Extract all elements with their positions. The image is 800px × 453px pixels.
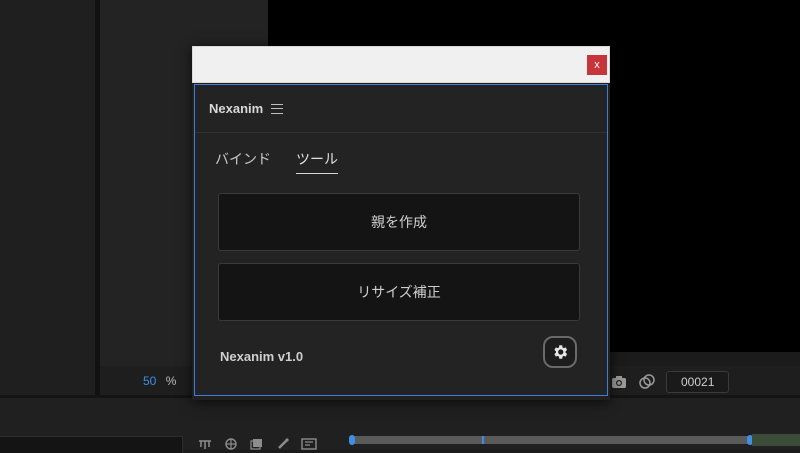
hamburger-menu-icon[interactable] bbox=[271, 103, 284, 114]
version-label: Nexanim v1.0 bbox=[220, 349, 304, 364]
tab-tools[interactable]: ツール bbox=[296, 149, 338, 174]
zoom-value[interactable]: 50 bbox=[143, 374, 156, 388]
timecode-display[interactable]: 00021 bbox=[666, 371, 730, 393]
work-area-start-handle[interactable] bbox=[349, 435, 355, 445]
layer-bar[interactable] bbox=[752, 434, 800, 446]
panel-tabs: バインド ツール bbox=[215, 149, 338, 174]
network-icon[interactable] bbox=[197, 438, 213, 450]
layers-icon[interactable] bbox=[249, 438, 265, 450]
nexanim-dialog: x Nexanim バインド ツール 親を作成 リサイズ補正 Nexanim v… bbox=[192, 46, 610, 400]
panel-header: Nexanim bbox=[195, 85, 607, 133]
zoom-level[interactable]: 50 % bbox=[143, 374, 176, 388]
zoom-unit: % bbox=[165, 374, 177, 388]
create-parent-button[interactable]: 親を作成 bbox=[218, 193, 580, 251]
timeline-work-area[interactable] bbox=[349, 435, 753, 445]
playhead-marker[interactable] bbox=[482, 436, 484, 444]
viewer-controls: 00021 bbox=[610, 368, 730, 396]
globe-icon[interactable] bbox=[223, 438, 239, 450]
resize-fix-button[interactable]: リサイズ補正 bbox=[218, 263, 580, 321]
color-wheel-icon[interactable] bbox=[638, 374, 656, 390]
dialog-titlebar[interactable]: x bbox=[192, 46, 610, 83]
timeline-tools bbox=[197, 438, 317, 450]
tab-bind[interactable]: バインド bbox=[215, 149, 271, 174]
gear-icon bbox=[554, 345, 568, 359]
panel-title: Nexanim bbox=[209, 101, 264, 116]
timeline-search-input[interactable] bbox=[0, 436, 183, 453]
nexanim-panel: Nexanim バインド ツール 親を作成 リサイズ補正 Nexanim v1.… bbox=[194, 84, 608, 396]
camera-icon[interactable] bbox=[610, 374, 628, 390]
frame-icon[interactable] bbox=[301, 438, 317, 450]
close-button[interactable]: x bbox=[587, 55, 607, 75]
settings-button[interactable] bbox=[543, 336, 577, 368]
left-panel bbox=[0, 0, 95, 395]
paint-icon[interactable] bbox=[275, 438, 291, 450]
